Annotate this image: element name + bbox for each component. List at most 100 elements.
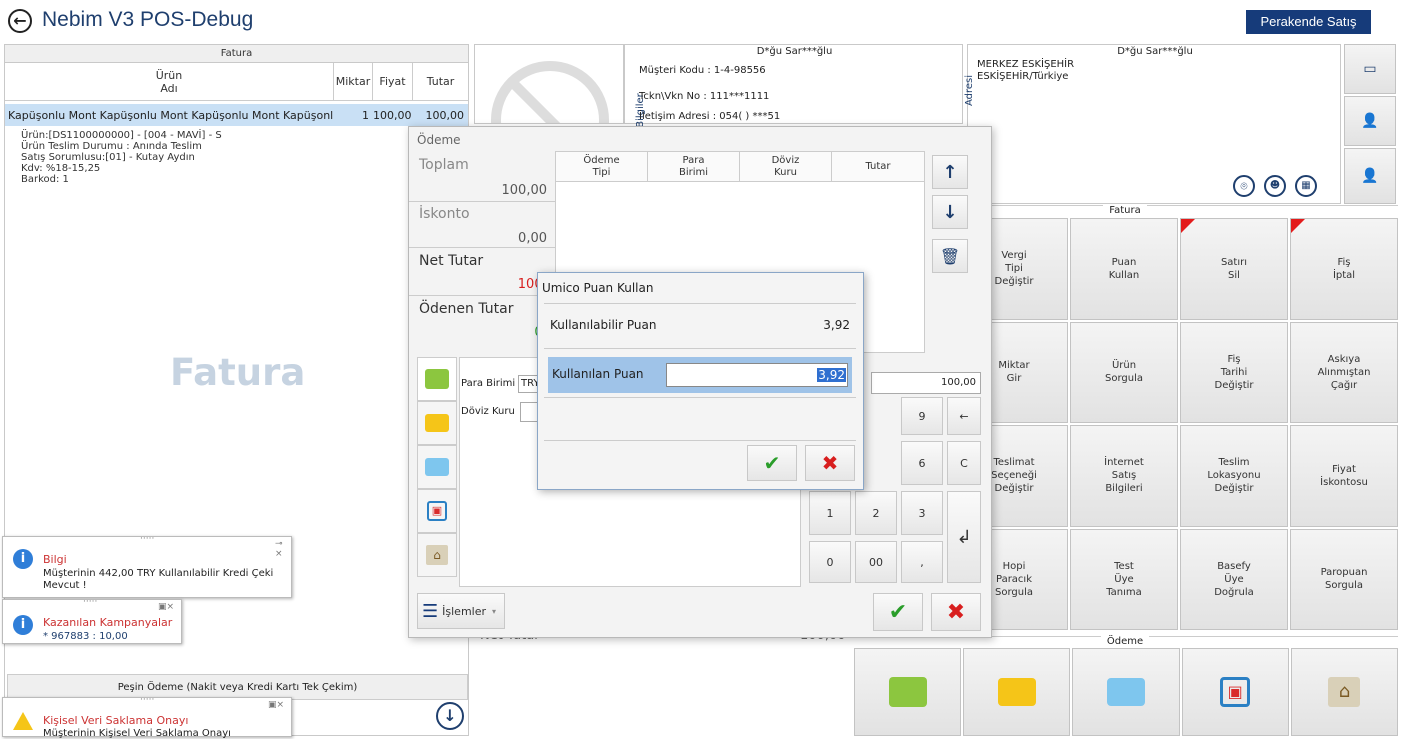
bank-icon: ⌂: [1328, 677, 1361, 707]
move-up-button[interactable]: ↑: [932, 155, 968, 189]
back-arrow-icon[interactable]: ←: [8, 9, 32, 33]
delete-row-button[interactable]: 🗑: [932, 239, 968, 273]
notification-text: * 967883 : 10,00: [43, 631, 128, 642]
col-total[interactable]: Tutar: [413, 63, 468, 100]
key-0[interactable]: 0: [809, 541, 851, 583]
total-value: 100,00: [501, 183, 548, 198]
dialog-cancel-button[interactable]: ✖: [805, 445, 855, 481]
button-label-line: Ürün: [1111, 360, 1137, 372]
key-2[interactable]: 2: [855, 491, 897, 535]
button-label-line: Değiştir: [1214, 483, 1254, 495]
bank-icon: ⌂: [426, 545, 448, 565]
change-receipt-date-button[interactable]: Fiş Tarihi Değiştir: [1180, 321, 1288, 423]
location-icon[interactable]: ⌾: [1233, 175, 1255, 197]
key-9[interactable]: 9: [901, 397, 943, 435]
recall-suspended-button[interactable]: Askıya Alınmıştan Çağır: [1290, 321, 1398, 423]
notification-campaign: ····· ▣× i Kazanılan Kampanyalar * 96788…: [2, 597, 182, 644]
key-1[interactable]: 1: [809, 491, 851, 535]
amount-input[interactable]: 100,00: [871, 372, 981, 394]
col-product[interactable]: Ürün Adı: [5, 63, 334, 100]
used-points-label: Kullanılan Puan: [552, 367, 644, 381]
voucher-icon: ▣: [1220, 677, 1251, 707]
internet-sales-button[interactable]: İnternet Satış Bilgileri: [1070, 425, 1178, 527]
col-price[interactable]: Fiyat: [373, 63, 413, 100]
tab-bank[interactable]: ⌂: [417, 533, 457, 577]
product-query-button[interactable]: Ürün Sorgula: [1070, 321, 1178, 423]
net-total-value: 100,0: [419, 277, 555, 292]
close-icon[interactable]: ⊸ ×: [275, 539, 291, 559]
use-points-button[interactable]: Puan Kullan: [1070, 218, 1178, 320]
available-points-row: Kullanılabilir Puan 3,92: [544, 303, 856, 349]
button-label-line: Miktar: [998, 360, 1030, 372]
divider: [409, 201, 555, 202]
used-points-input[interactable]: 3,92: [666, 363, 848, 387]
close-icon[interactable]: ▣×: [158, 602, 174, 612]
retail-sale-button[interactable]: Perakende Satış: [1246, 10, 1371, 34]
confirm-button[interactable]: ✔: [873, 593, 923, 631]
scroll-down-icon[interactable]: ↓: [436, 702, 464, 730]
credit-card-payment-type[interactable]: [963, 648, 1071, 736]
voucher-payment-type[interactable]: ▣: [1181, 648, 1289, 736]
used-points-row: Kullanılan Puan 3,92: [548, 357, 852, 393]
key-3[interactable]: 3: [901, 491, 943, 535]
row-qty: 1: [362, 108, 369, 122]
tab-cash[interactable]: [417, 357, 457, 401]
col-amount[interactable]: Tutar: [832, 152, 924, 181]
key-backspace[interactable]: ←: [947, 397, 981, 435]
group-icon[interactable]: ☻: [1264, 175, 1286, 197]
tab-credit-card[interactable]: [417, 401, 457, 445]
col-fx-rate[interactable]: Döviz Kuru: [740, 152, 832, 181]
col-qty[interactable]: Miktar: [334, 63, 373, 100]
cash-payment-type[interactable]: [854, 648, 962, 736]
key-clear[interactable]: C: [947, 441, 981, 485]
key-00[interactable]: 00: [855, 541, 897, 583]
drag-handle[interactable]: ·····: [140, 534, 154, 544]
add-customer-button[interactable]: 👤: [1344, 96, 1396, 146]
info-icon: i: [13, 549, 33, 569]
key-comma[interactable]: ,: [901, 541, 943, 583]
cancel-receipt-button[interactable]: Fiş İptal: [1290, 218, 1398, 320]
total-label: Toplam: [419, 157, 469, 173]
customer-card-button[interactable]: ▭: [1344, 44, 1396, 94]
payment-type-tabs: ▣ ⌂: [417, 357, 457, 587]
bank-payment-type[interactable]: ⌂: [1290, 648, 1399, 736]
key-enter[interactable]: ↲: [947, 491, 981, 583]
tab-voucher[interactable]: ▣: [417, 489, 457, 533]
info-icon: i: [13, 615, 33, 635]
currency-select[interactable]: TRY: [518, 375, 538, 393]
cancel-button[interactable]: ✖: [931, 593, 981, 631]
search-customer-button[interactable]: 👤: [1344, 148, 1396, 204]
tab-gift-card[interactable]: [417, 445, 457, 489]
table-row[interactable]: Kapüşonlu Mont Kapüşonlu Mont Kapüşonlu …: [5, 104, 468, 126]
operations-button[interactable]: ☰ İşlemler ▾: [417, 593, 505, 629]
col-currency[interactable]: Para Birimi: [648, 152, 740, 181]
button-label-line: Çağır: [1330, 379, 1358, 391]
fx-rate-input[interactable]: [520, 402, 538, 422]
button-label-line: Tarihi: [1220, 366, 1248, 378]
gift-card-payment-type[interactable]: [1072, 648, 1180, 736]
button-label-line: İnternet: [1104, 457, 1144, 469]
notification-info: ····· ⊸ × i Bilgi Müşterinin 442,00 TRY …: [2, 534, 292, 598]
delete-line-button[interactable]: Satırı Sil: [1180, 218, 1288, 320]
button-label-line: Vergi: [1001, 250, 1027, 262]
row-product-name: Kapüşonlu Mont Kapüşonlu Mont Kapüşonlu …: [8, 108, 334, 122]
move-down-button[interactable]: ↓: [932, 195, 968, 229]
calendar-icon[interactable]: ▦: [1295, 175, 1317, 197]
customer-tckn: Tckn\Vkn No : 111***1111: [639, 91, 770, 102]
delivery-location-button[interactable]: Teslim Lokasyonu Değiştir: [1180, 425, 1288, 527]
drag-handle[interactable]: ·····: [83, 597, 97, 607]
key-6[interactable]: 6: [901, 441, 943, 485]
invoice-watermark: Fatura: [170, 351, 306, 394]
test-member-button[interactable]: Test Üye Tanıma: [1070, 528, 1178, 630]
drag-handle[interactable]: ·····: [140, 695, 154, 705]
divider: [409, 247, 555, 248]
row-details: Ürün:[DS1100000000] - [004 - MAVİ] - S Ü…: [21, 130, 222, 185]
button-label-line: Teslim: [1218, 457, 1250, 469]
close-icon[interactable]: ▣×: [268, 700, 284, 710]
dialog-confirm-button[interactable]: ✔: [747, 445, 797, 481]
col-payment-type[interactable]: Ödeme Tipi: [556, 152, 648, 181]
net-total-label: Net Tutar: [419, 253, 484, 269]
price-discount-button[interactable]: Fiyat İskontosu: [1290, 425, 1398, 527]
paropuan-query-button[interactable]: Paropuan Sorgula: [1290, 528, 1398, 630]
basefy-verify-button[interactable]: Basefy Üye Doğrula: [1180, 528, 1288, 630]
